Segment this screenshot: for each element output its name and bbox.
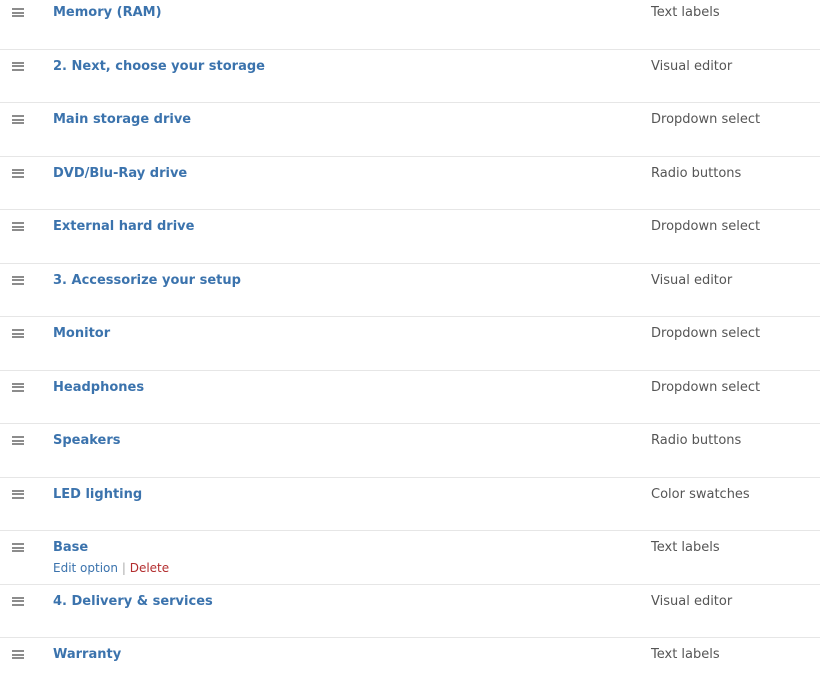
drag-handle-icon[interactable] xyxy=(12,543,24,552)
option-type: Visual editor xyxy=(651,58,733,74)
option-row: Warranty Text labels xyxy=(0,638,820,692)
action-separator: | xyxy=(121,561,126,575)
option-row: LED lighting Color swatches xyxy=(0,478,820,531)
drag-handle-icon[interactable] xyxy=(12,596,24,606)
option-row: 3. Accessorize your setup Visual editor xyxy=(0,264,820,317)
option-type: Visual editor xyxy=(651,272,733,288)
drag-handle-icon[interactable] xyxy=(12,329,24,338)
option-row: 2. Next, choose your storage Visual edit… xyxy=(0,50,820,103)
options-list: Memory (RAM) Text labels 2. Next, choose… xyxy=(0,0,820,692)
option-row: 4. Delivery & services Visual editor xyxy=(0,585,820,638)
option-type: Visual editor xyxy=(651,593,733,609)
option-type: Dropdown select xyxy=(651,112,761,127)
option-type: Dropdown select xyxy=(651,379,761,395)
delete-link[interactable]: Delete xyxy=(130,561,169,575)
option-type: Radio buttons xyxy=(651,433,742,448)
option-type: Text labels xyxy=(651,540,720,555)
option-title-link[interactable]: Main storage drive xyxy=(53,112,191,127)
option-title-link[interactable]: Monitor xyxy=(53,326,110,341)
option-title-link[interactable]: 3. Accessorize your setup xyxy=(53,273,241,288)
option-row: Base Text labels Edit option | Delete xyxy=(0,531,820,585)
option-type: Dropdown select xyxy=(651,219,761,234)
edit-option-link[interactable]: Edit option xyxy=(53,561,118,575)
option-title-link[interactable]: DVD/Blu-Ray drive xyxy=(53,166,187,181)
option-title-link[interactable]: LED lighting xyxy=(53,487,142,502)
option-title-link[interactable]: Base xyxy=(53,540,88,555)
option-row: Headphones Dropdown select xyxy=(0,371,820,424)
row-actions: Edit option | Delete xyxy=(53,561,169,575)
drag-handle-icon[interactable] xyxy=(12,650,24,659)
option-row: Memory (RAM) Text labels xyxy=(0,0,820,50)
option-type: Radio buttons xyxy=(651,165,742,181)
drag-handle-icon[interactable] xyxy=(12,115,24,124)
option-title-link[interactable]: External hard drive xyxy=(53,219,194,234)
option-title-link[interactable]: Headphones xyxy=(53,380,144,395)
drag-handle-icon[interactable] xyxy=(12,8,24,17)
option-title-link[interactable]: 4. Delivery & services xyxy=(53,594,213,609)
option-title-link[interactable]: Warranty xyxy=(53,647,121,662)
drag-handle-icon[interactable] xyxy=(12,61,24,71)
option-row: Main storage drive Dropdown select xyxy=(0,103,820,157)
option-type: Color swatches xyxy=(651,486,750,502)
option-row: DVD/Blu-Ray drive Radio buttons xyxy=(0,157,820,210)
option-title-link[interactable]: Memory (RAM) xyxy=(53,5,162,20)
drag-handle-icon[interactable] xyxy=(12,382,24,392)
option-title-link[interactable]: 2. Next, choose your storage xyxy=(53,59,265,74)
drag-handle-icon[interactable] xyxy=(12,168,24,178)
option-title-link[interactable]: Speakers xyxy=(53,433,121,448)
option-type: Dropdown select xyxy=(651,326,761,341)
drag-handle-icon[interactable] xyxy=(12,489,24,499)
option-row: Monitor Dropdown select xyxy=(0,317,820,371)
option-row: External hard drive Dropdown select xyxy=(0,210,820,264)
drag-handle-icon[interactable] xyxy=(12,222,24,231)
drag-handle-icon[interactable] xyxy=(12,436,24,445)
option-type: Text labels xyxy=(651,5,720,20)
option-type: Text labels xyxy=(651,647,720,662)
drag-handle-icon[interactable] xyxy=(12,275,24,285)
option-row: Speakers Radio buttons xyxy=(0,424,820,478)
